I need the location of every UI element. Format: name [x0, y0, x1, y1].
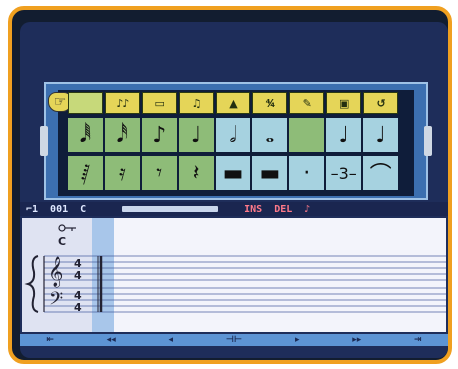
brace-icon	[24, 255, 39, 313]
note-status-icon: ♪	[304, 203, 311, 215]
sixty-fourth-note-icon[interactable]: 𝅘𝅥𝅱	[68, 118, 103, 152]
rewind-button[interactable]: ◂◂	[101, 335, 122, 345]
tab-selector[interactable]	[68, 92, 103, 114]
screen: ☞ ♪♪ ▭ ♫ ▲ ⁴⁄₄ ✎ ▣ ↺ 𝅘𝅥𝅱 𝅘𝅥𝅰 ♪ ♩ 𝅗𝅥 𝅝 ♩ …	[20, 22, 448, 358]
whole-rest-icon[interactable]: ▬	[252, 156, 288, 190]
palette-tabbar: ♪♪ ▭ ♫ ▲ ⁴⁄₄ ✎ ▣ ↺	[68, 92, 399, 114]
eighth-note-icon[interactable]: ♪	[141, 118, 177, 152]
note-palette-window: ☞ ♪♪ ▭ ♫ ▲ ⁴⁄₄ ✎ ▣ ↺ 𝅘𝅥𝅱 𝅘𝅥𝅰 ♪ ♩ 𝅗𝅥 𝅝 ♩ …	[40, 82, 432, 200]
quarter-note-icon[interactable]: ♩	[178, 118, 214, 152]
tab-dynamics[interactable]: ▲	[215, 92, 251, 114]
tab-measure[interactable]: ▭	[141, 92, 177, 114]
tab-time-signature[interactable]: ⁴⁄₄	[252, 92, 288, 114]
tab-clef[interactable]: ▣	[326, 92, 362, 114]
go-last-button[interactable]: ⇥	[408, 335, 428, 345]
tab-notes[interactable]: ♪♪	[104, 92, 140, 114]
key-signature-icon	[58, 224, 76, 232]
eighth-rest-icon[interactable]: 𝄾	[141, 156, 177, 190]
navigation-bar: ⇤ ◂◂ ◂ ⊣⊢ ▸ ▸▸ ⇥	[20, 334, 448, 346]
palette-left-handle[interactable]	[40, 126, 48, 156]
dot-icon[interactable]: ·	[289, 156, 325, 190]
voice-indicator: ⌐1	[26, 203, 39, 215]
scroll-position-bar[interactable]	[122, 206, 219, 212]
go-first-button[interactable]: ⇤	[40, 335, 60, 345]
stem-up-note-icon[interactable]: ♩	[326, 118, 362, 152]
rest-values-row: 𝅁 𝄿 𝄾 𝄽 ▬ ▬ · –3– ⌒	[68, 156, 399, 190]
stem-down-note-icon[interactable]: ♩	[363, 118, 399, 152]
grand-staff: C 𝄞 𝄢 4 4 4 4	[24, 224, 446, 314]
half-note-icon[interactable]: 𝅗𝅥	[215, 118, 251, 152]
note-values-row: 𝅘𝅥𝅱 𝅘𝅥𝅰 ♪ ♩ 𝅗𝅥 𝅝 ♩ ♩	[68, 118, 399, 152]
thirty-second-rest-icon[interactable]: 𝄿	[104, 156, 140, 190]
bass-clef-icon: 𝄢	[49, 289, 63, 314]
thirty-second-note-icon[interactable]: 𝅘𝅥𝅰	[104, 118, 140, 152]
treble-staff	[44, 255, 446, 281]
quarter-rest-icon[interactable]: 𝄽	[178, 156, 214, 190]
cursor-button[interactable]: ⊣⊢	[220, 335, 248, 345]
tie-icon[interactable]: ⌒	[363, 156, 399, 190]
fast-forward-button[interactable]: ▸▸	[346, 335, 367, 345]
blank-cell	[289, 118, 325, 152]
half-rest-icon[interactable]: ▬	[215, 156, 251, 190]
score-area[interactable]: C 𝄞 𝄢 4 4 4 4	[22, 218, 446, 332]
tab-beams[interactable]: ♫	[178, 92, 214, 114]
treble-time-bottom: 4	[74, 269, 82, 282]
insert-mode-badge[interactable]: INS	[238, 204, 268, 215]
palette-right-handle[interactable]	[424, 126, 432, 156]
status-bar: ⌐1 001 C INS DEL ♪	[20, 202, 448, 216]
triplet-icon[interactable]: –3–	[326, 156, 362, 190]
bass-staff	[44, 287, 446, 313]
whole-note-icon[interactable]: 𝅝	[252, 118, 288, 152]
sixty-fourth-rest-icon[interactable]: 𝅁	[68, 156, 103, 190]
delete-button[interactable]: DEL	[268, 204, 298, 215]
bass-time-bottom: 4	[74, 301, 82, 314]
key-indicator: C	[80, 203, 87, 215]
step-back-button[interactable]: ◂	[162, 335, 179, 345]
palette-panel: ☞ ♪♪ ▭ ♫ ▲ ⁴⁄₄ ✎ ▣ ↺ 𝅘𝅥𝅱 𝅘𝅥𝅰 ♪ ♩ 𝅗𝅥 𝅝 ♩ …	[48, 90, 414, 196]
step-forward-button[interactable]: ▸	[289, 335, 306, 345]
key-label: C	[58, 235, 66, 248]
treble-clef-icon: 𝄞	[48, 256, 63, 288]
measure-counter: 001	[50, 203, 69, 215]
tab-undo[interactable]: ↺	[363, 92, 399, 114]
tab-eraser[interactable]: ✎	[289, 92, 325, 114]
monitor-bezel: ☞ ♪♪ ▭ ♫ ▲ ⁴⁄₄ ✎ ▣ ↺ 𝅘𝅥𝅱 𝅘𝅥𝅰 ♪ ♩ 𝅗𝅥 𝅝 ♩ …	[8, 6, 452, 364]
